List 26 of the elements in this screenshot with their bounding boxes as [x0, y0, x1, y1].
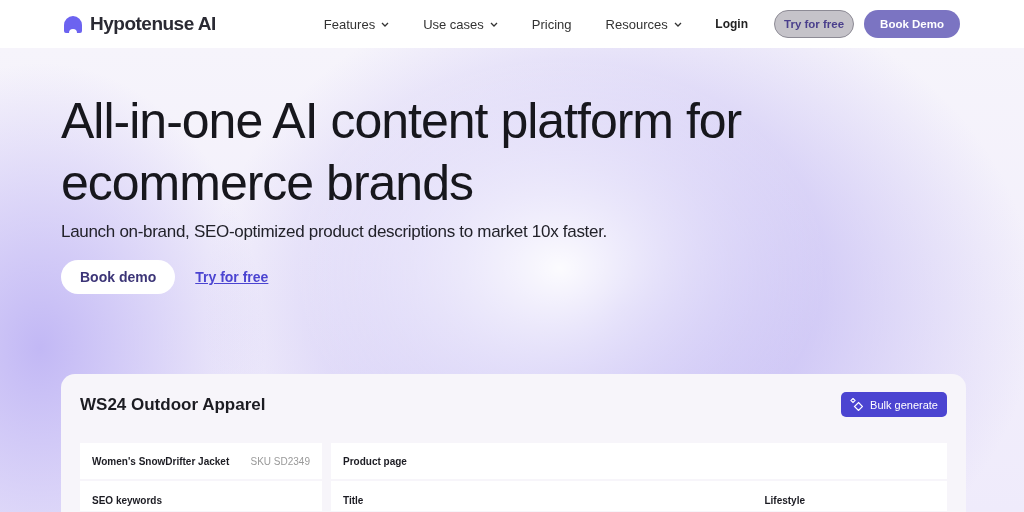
- card-title: WS24 Outdoor Apparel: [80, 394, 266, 415]
- book-demo-button[interactable]: Book Demo: [864, 10, 960, 38]
- lifestyle-label: Lifestyle: [764, 495, 805, 506]
- nav-link[interactable]: Pricing: [531, 16, 572, 32]
- product-page-row: Product page: [331, 443, 947, 479]
- title-label: Title: [343, 495, 364, 506]
- nav-link[interactable]: Use cases: [423, 16, 498, 32]
- chevron-down-icon: [381, 21, 390, 27]
- nav-link[interactable]: Resources: [605, 16, 682, 32]
- hero-headline: All-in-one AI content platform for ecommerce brands: [61, 92, 743, 213]
- try-for-free-link[interactable]: Try for free: [195, 269, 269, 285]
- seo-keywords-row: SEO keywords: [80, 481, 322, 511]
- book-demo-button[interactable]: Book demo: [61, 260, 176, 294]
- product-name: Women's SnowDrifter Jacket: [92, 455, 230, 467]
- login-link[interactable]: Login: [709, 16, 754, 32]
- chevron-down-icon: [673, 21, 682, 27]
- logo-icon: [64, 15, 82, 33]
- sku-label: SKU SD2349: [250, 455, 310, 467]
- chevron-down-icon: [489, 21, 498, 27]
- sparkle-icon: [850, 398, 864, 411]
- hero-subtitle: Launch on-brand, SEO-optimized product descriptions to market 10x faster.: [61, 222, 608, 242]
- brand-name[interactable]: Hypotenuse AI: [90, 13, 216, 35]
- bulk-generate-button[interactable]: Bulk generate: [841, 392, 947, 417]
- product-row[interactable]: Women's SnowDrifter Jacket SKU SD2349: [80, 443, 322, 479]
- nav-link[interactable]: Features: [323, 16, 390, 32]
- try-for-free-button[interactable]: Try for free: [774, 10, 855, 38]
